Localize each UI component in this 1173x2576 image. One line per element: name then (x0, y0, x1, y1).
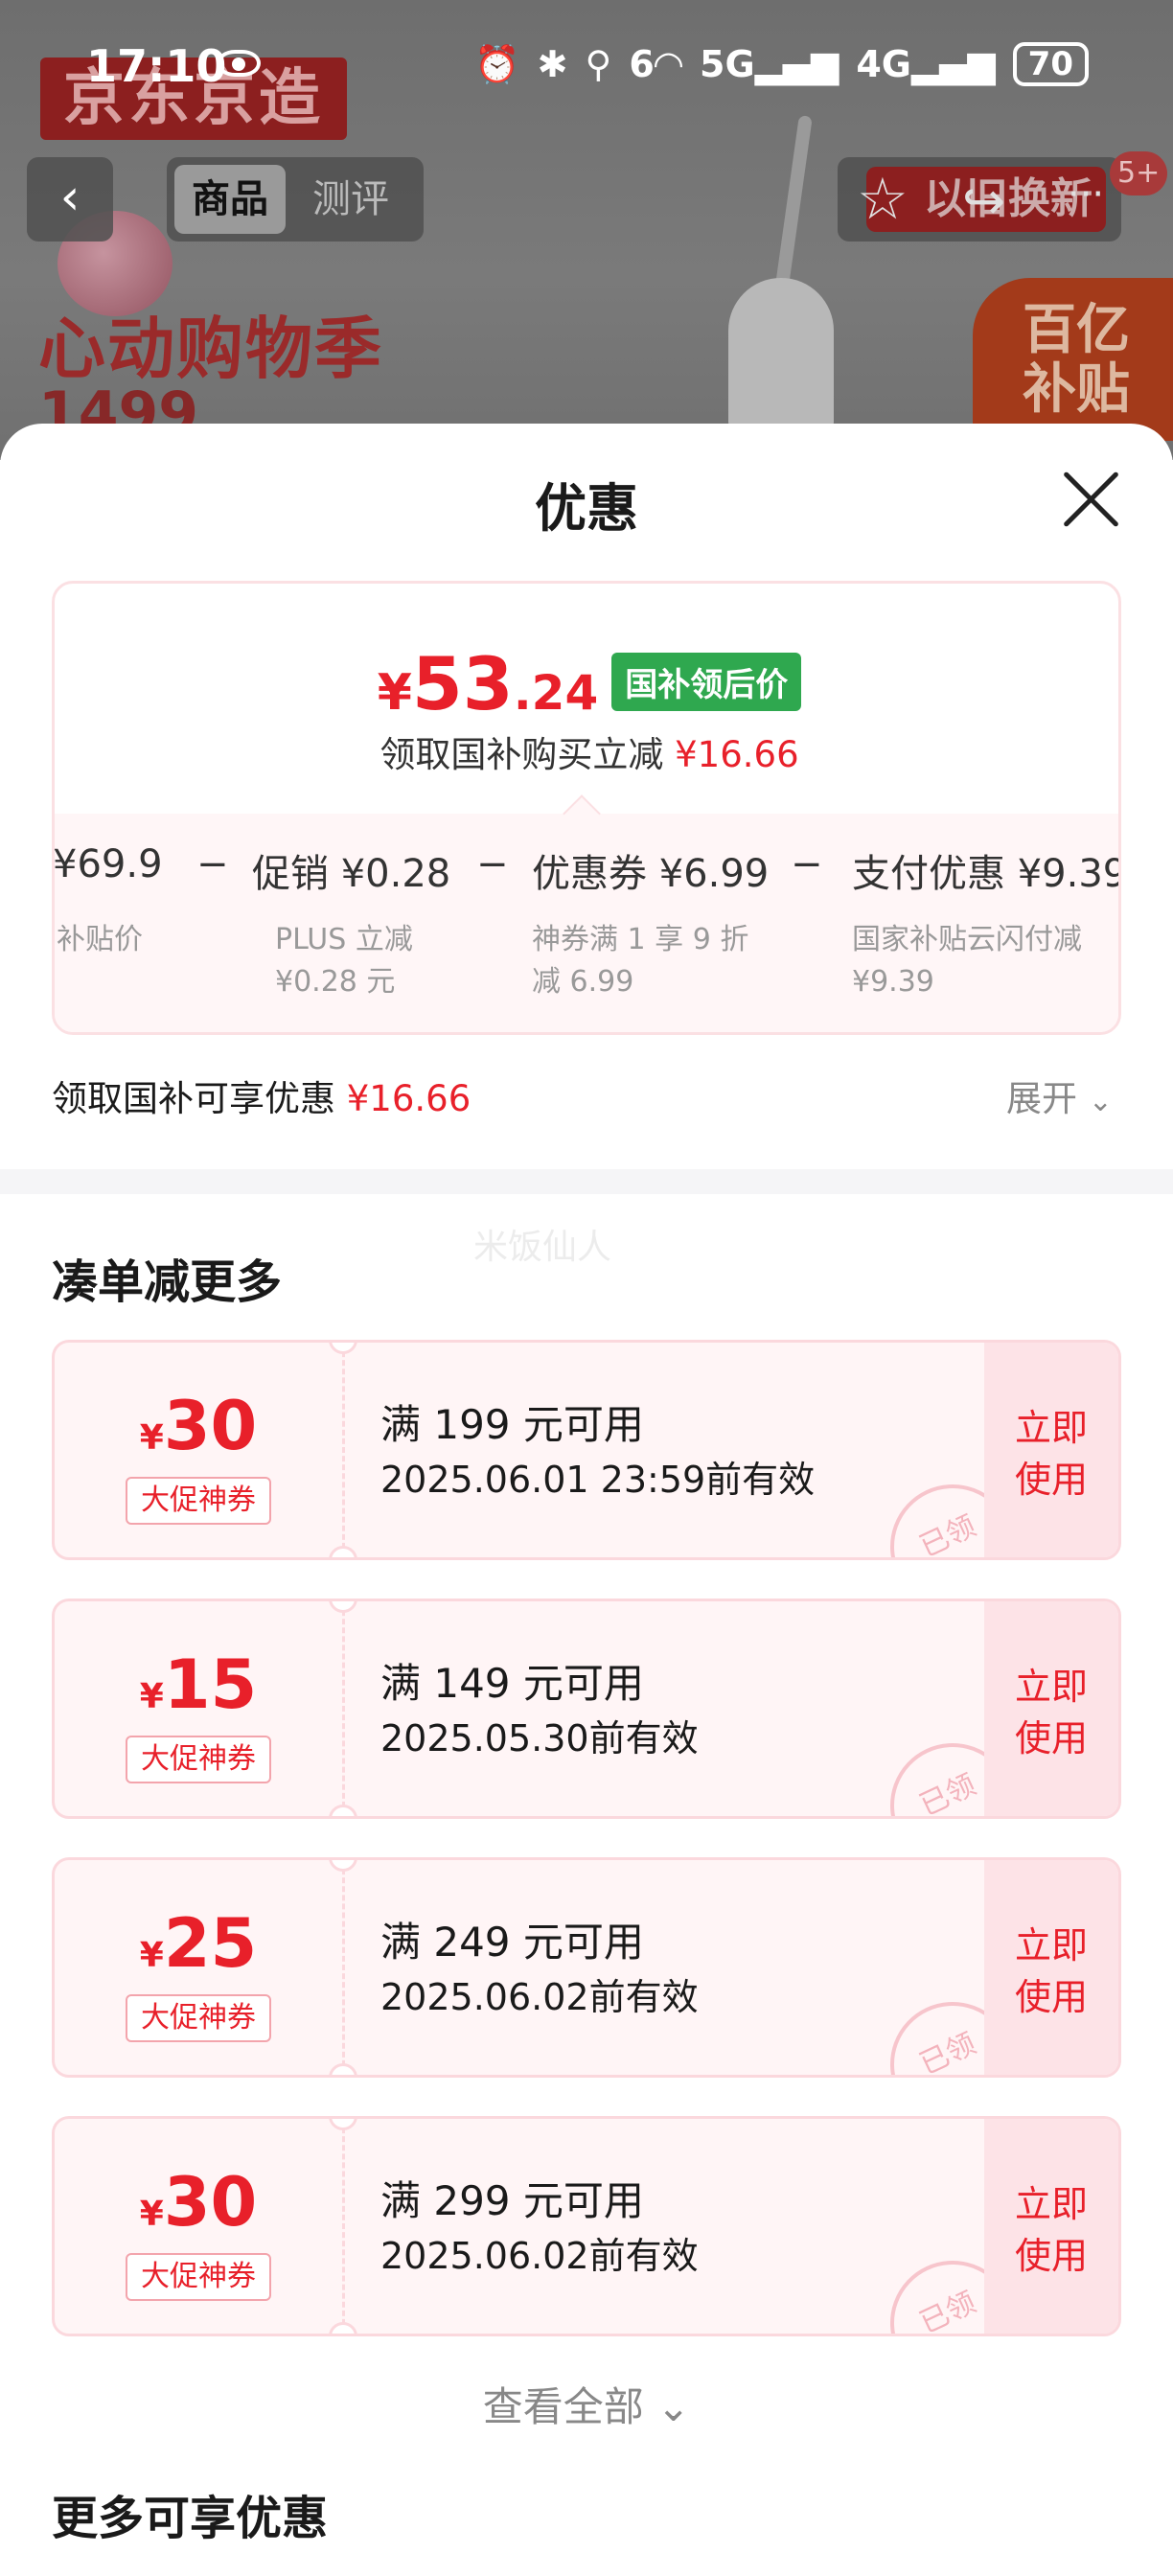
price-card: ¥53.24 国补领后价 领取国补购买立减 ¥16.66 ¥69.9 补贴价 −… (52, 581, 1121, 1035)
coupon-card[interactable]: ¥30 大促神券 满 199 元可用 2025.06.01 23:59前有效 已… (52, 1340, 1121, 1560)
star-icon[interactable]: ☆ (857, 167, 908, 232)
product-tabs: 商品 测评 (167, 157, 424, 242)
minus-sign: − (196, 842, 229, 886)
coupon-condition: 满 249 元可用 (380, 1919, 644, 1966)
signal-4g-icon: 4G▂▄▆ (856, 43, 996, 85)
coupon-tag: 大促神券 (126, 1994, 271, 2042)
price-subtitle: 领取国补购买立减 ¥16.66 (380, 734, 799, 775)
use-now-button[interactable]: 立即 使用 (984, 1343, 1118, 1557)
chevron-left-icon: ‹ (59, 169, 80, 226)
location-icon: ⚲ (585, 43, 612, 85)
signal-5g-icon: 5G▂▄▆ (700, 43, 840, 85)
status-time: 17:10 (86, 40, 227, 92)
coupon-validity: 2025.06.02前有效 (380, 2235, 699, 2277)
use-now-button[interactable]: 立即 使用 (984, 1860, 1118, 2075)
product-image (719, 114, 834, 441)
message-badge: 5+ (1110, 151, 1168, 196)
bluetooth-icon: ✱ (537, 43, 568, 85)
expand-button[interactable]: 展开 ⌄ (1006, 1070, 1113, 1121)
coupon-value: ¥30 大促神券 (55, 2119, 342, 2334)
coupon-validity: 2025.06.01 23:59前有效 (380, 1459, 816, 1501)
coupon-tag: 大促神券 (126, 2253, 271, 2301)
section-divider (0, 1169, 1173, 1194)
coupon-condition: 满 299 元可用 (380, 2177, 644, 2224)
coupon-validity: 2025.05.30前有效 (380, 1717, 699, 1760)
coupon-card[interactable]: ¥25 大促神券 满 249 元可用 2025.06.02前有效 已领 立即 使用 (52, 1857, 1121, 2078)
minus-sign: − (791, 842, 823, 886)
back-button[interactable]: ‹ (27, 157, 113, 242)
watermark: 米饭仙人 (473, 1228, 612, 1267)
breakdown-base-price: ¥69.9 (53, 842, 163, 886)
status-bar: 17:10 ⏰ ✱ ⚲ 6◠ 5G▂▄▆ 4G▂▄▆ 70 (0, 0, 1173, 134)
minus-sign: − (476, 842, 509, 886)
coupon-card[interactable]: ¥30 大促神券 满 299 元可用 2025.06.02前有效 已领 立即 使用 (52, 2116, 1121, 2336)
chevron-down-icon: ⌄ (1088, 1085, 1113, 1118)
coupon-value: ¥15 大促神券 (55, 1601, 342, 1816)
more-icon[interactable]: ··· (1068, 172, 1104, 217)
subsidy-badge-line2: 补贴 (1023, 358, 1130, 421)
nav-actions: 以旧换新 ☆ ↪ ··· (838, 157, 1121, 242)
share-icon[interactable]: ↪ (962, 171, 1005, 231)
discount-sheet: 优惠 ¥53.24 国补领后价 领取国补购买立减 ¥16.66 ¥69.9 补贴… (0, 424, 1173, 2576)
coupon-value: ¥25 大促神券 (55, 1860, 342, 2075)
coupon-value: ¥30 大促神券 (55, 1343, 342, 1557)
coupon-condition: 满 149 元可用 (380, 1660, 644, 1707)
use-now-button[interactable]: 立即 使用 (984, 1601, 1118, 1816)
breakdown-promotion: 促销 ¥0.28 (252, 852, 451, 896)
battery-icon: 70 (1012, 42, 1089, 86)
sheet-title: 优惠 (535, 478, 638, 539)
section-title-more-offers: 更多可享优惠 (52, 2492, 329, 2545)
subsidy-badge: 百亿 补贴 (973, 278, 1173, 441)
coupon-condition: 满 199 元可用 (380, 1401, 644, 1448)
coupon-card[interactable]: ¥15 大促神券 满 149 元可用 2025.05.30前有效 已领 立即 使用 (52, 1598, 1121, 1819)
section-title-more-coupons: 凑单减更多 (52, 1255, 283, 1309)
view-all-button[interactable]: 查看全部 ⌄ (0, 2375, 1173, 2433)
eye-icon (217, 50, 261, 77)
breakdown-promotion-sub: PLUS 立减 ¥0.28 元 (275, 923, 413, 999)
breakdown-payment: 支付优惠 ¥9.39 (852, 852, 1121, 896)
close-icon[interactable] (1060, 466, 1125, 531)
tab-review[interactable]: 测评 (295, 165, 406, 234)
coupon-validity: 2025.06.02前有效 (380, 1976, 699, 2018)
use-now-button[interactable]: 立即 使用 (984, 2119, 1118, 2334)
promo-banner-text: 心动购物季 (38, 310, 383, 388)
final-price-row: ¥53.24 国补领后价 (55, 641, 1118, 726)
coupon-tag: 大促神券 (126, 1477, 271, 1525)
breakdown-coupon: 优惠券 ¥6.99 (532, 852, 770, 896)
status-icons: ⏰ ✱ ⚲ 6◠ 5G▂▄▆ 4G▂▄▆ 70 (474, 42, 1089, 86)
breakdown-coupon-sub: 神券满 1 享 9 折 减 6.99 (532, 923, 749, 999)
wifi-icon: 6◠ (629, 43, 683, 85)
gov-subsidy-tag: 国补领后价 (611, 653, 802, 711)
alarm-icon: ⏰ (474, 42, 520, 85)
chevron-down-icon: ⌄ (656, 2383, 691, 2430)
tab-product[interactable]: 商品 (174, 165, 286, 234)
breakdown-base-sub: 补贴价 (57, 923, 143, 956)
coupon-tag: 大促神券 (126, 1736, 271, 1783)
subsidy-badge-line1: 百亿 (1023, 299, 1130, 361)
breakdown-payment-sub: 国家补贴云闪付减 ¥9.39 (852, 923, 1082, 999)
final-price: ¥53.24 (377, 641, 599, 726)
gov-subsidy-line: 领取国补可享优惠 ¥16.66 (52, 1078, 472, 1119)
